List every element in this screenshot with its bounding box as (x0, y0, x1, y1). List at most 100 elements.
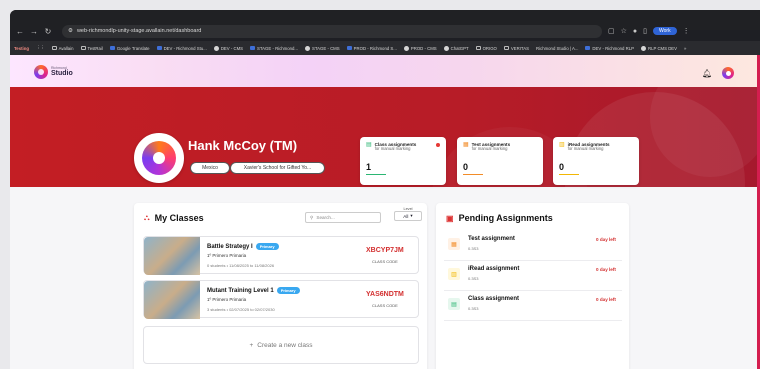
bookmark-avallain[interactable]: Avallain (51, 46, 74, 51)
class-thumbnail (144, 281, 200, 319)
school-chip[interactable]: Xavier's School for Gifted Yo... (230, 162, 325, 174)
bookmark-origo[interactable]: ORIGO (475, 46, 497, 51)
pending-assignments-panel: ▣ Pending Assignments ▦ Test assignment … (436, 203, 629, 369)
class-thumbnail (144, 237, 200, 275)
star-icon[interactable]: ☆ (621, 27, 627, 35)
apps-icon[interactable]: ⋮⋮ (36, 45, 45, 51)
search-placeholder: Search... (316, 215, 335, 220)
chatgpt-icon (443, 45, 449, 51)
test-icon: ▦ (463, 142, 469, 148)
pending-item-title: iRead assignment (468, 266, 520, 272)
bookmark-prod-cms[interactable]: PROD - CMS (403, 45, 437, 51)
pending-item-title: Class assignment (468, 296, 520, 302)
reload-icon[interactable]: ↻ (44, 27, 52, 36)
class-name: Mutant Training Level 1 (207, 287, 274, 294)
translate-icon (109, 46, 115, 50)
class-card[interactable]: Mutant Training Level 1 Primary 1º Prime… (143, 280, 419, 319)
address-text: web-richmondlp-unity-stage.avallain.net/… (76, 28, 202, 34)
bookmark-dev-richmond[interactable]: DEV - Richmond Stu... (156, 46, 207, 51)
forward-icon[interactable]: → (30, 27, 38, 36)
bookmark-prod-richmond[interactable]: PROD - Richmond S... (346, 46, 397, 51)
country-chip[interactable]: Mexico (190, 162, 230, 174)
pending-item-due: 0 day left (596, 237, 616, 242)
bookmark-stage-richmond[interactable]: STAGE - Richmond... (250, 46, 298, 51)
create-class-label: Create a new class (257, 341, 313, 349)
level-select[interactable]: All ▾ (394, 211, 422, 221)
folder-icon (51, 46, 57, 50)
assignment-icon: ▣ (446, 213, 454, 223)
bookmark-stage-cms[interactable]: STAGE - CMS (305, 45, 340, 51)
stat-subtitle: for manual marking (374, 146, 411, 152)
class-card[interactable]: Battle Strategy I Primary 1º Primero Pri… (143, 236, 419, 275)
pending-item[interactable]: ▦ Test assignment 0.3S3 0 day left (444, 231, 622, 261)
bookmark-testing[interactable]: Testing (14, 46, 29, 51)
book-icon: ▥ (559, 142, 565, 148)
menu-icon[interactable]: ⋮ (683, 27, 690, 35)
profile-button[interactable]: Work (653, 27, 677, 35)
pending-item-title: Test assignment (468, 236, 515, 242)
stat-value: 0 (559, 162, 565, 172)
stat-card-iread-assignments[interactable]: ▥ iRead assignments for manual marking 0 (553, 137, 639, 185)
stat-card-test-assignments[interactable]: ▦ Test assignments for manual marking 0 (457, 137, 543, 185)
address-bar[interactable]: ⚙ web-richmondlp-unity-stage.avallain.ne… (62, 24, 602, 38)
site-icon (305, 45, 311, 51)
class-grade: 1º Primero Primaria (207, 297, 247, 302)
bookmarks-overflow[interactable]: » (684, 46, 686, 51)
profile-avatar[interactable] (134, 133, 184, 183)
browser-toolbar: ← → ↻ ⚙ web-richmondlp-unity-stage.avall… (10, 21, 760, 41)
pending-item[interactable]: ▤ Class assignment 0.3S3 0 day left (444, 291, 622, 321)
logo-big-text: Studio (51, 70, 73, 78)
app-logo[interactable]: Richmond Studio (34, 65, 73, 79)
site-icon (403, 45, 409, 51)
level-filter[interactable]: Level All ▾ (394, 207, 422, 221)
stat-card-class-assignments[interactable]: ▤ Class assignments for manual marking 1 (360, 137, 446, 185)
user-avatar[interactable] (722, 67, 734, 79)
bookmark-rlp-cms-dev[interactable]: RLP CMS DEV (640, 45, 677, 51)
class-meta: 3 students • 02/07/2025 to 02/07/2030 (207, 307, 275, 312)
folder-icon (80, 46, 86, 50)
site-icon (585, 46, 591, 50)
pending-item[interactable]: ▥ iRead assignment 0.3S3 0 day left (444, 261, 622, 291)
chevron-down-icon: ▾ (410, 213, 413, 218)
bookmark-veritas[interactable]: VERITAS (503, 46, 529, 51)
screenshot-icon[interactable]: ▢ (608, 27, 615, 35)
bookmark-dev-richmond-rlp[interactable]: DEV - Richmond RLP (585, 46, 634, 51)
create-class-button[interactable]: + Create a new class (143, 326, 419, 364)
document-icon: ▤ (366, 142, 372, 148)
class-meta: 0 students • 11/08/2025 to 11/08/2026 (207, 263, 275, 268)
class-search-input[interactable]: ⚲ Search... (305, 212, 381, 223)
stat-underline (463, 174, 483, 175)
bell-icon[interactable]: 🔔︎ (702, 69, 712, 78)
stat-underline (366, 174, 386, 175)
avatar-logo-icon (142, 141, 176, 175)
site-icon (346, 46, 352, 50)
bookmark-testrail[interactable]: TestRail (80, 46, 103, 51)
bookmark-google-translate[interactable]: Google Translate (109, 46, 150, 51)
plus-icon: + (249, 341, 254, 349)
classes-icon: ⛬ (144, 213, 150, 222)
class-level-badge: Primary (255, 243, 279, 250)
folder-icon (475, 46, 481, 50)
logo-icon (34, 65, 48, 79)
pending-item-sub: 0.3S3 (468, 306, 479, 311)
class-code[interactable]: XBCYP7JM (366, 247, 404, 254)
extension-icon[interactable]: ● (633, 28, 637, 35)
back-icon[interactable]: ← (16, 27, 24, 36)
site-icon (640, 45, 646, 51)
site-icon (250, 46, 256, 50)
pending-title: Pending Assignments (458, 213, 553, 223)
bookmark-chatgpt[interactable]: ChatGPT (443, 45, 469, 51)
level-value: All (403, 213, 409, 219)
bookmark-richmond-studio[interactable]: Richmond Studio | A... (536, 46, 578, 51)
test-icon: ▦ (448, 238, 460, 250)
sidepanel-icon[interactable]: ▯ (643, 27, 647, 35)
stat-value: 1 (366, 162, 372, 172)
pending-item-due: 0 day left (596, 267, 616, 272)
class-code-label: CLASS CODE (372, 259, 398, 264)
pending-item-sub: 0.3S3 (468, 276, 479, 281)
bookmark-dev-cms[interactable]: DEV - CMS (213, 45, 243, 51)
site-info-icon[interactable]: ⚙ (68, 28, 73, 34)
user-name: Hank McCoy (TM) (188, 138, 298, 153)
class-code[interactable]: YAS6NDTM (366, 291, 404, 298)
stat-value: 0 (463, 162, 469, 172)
